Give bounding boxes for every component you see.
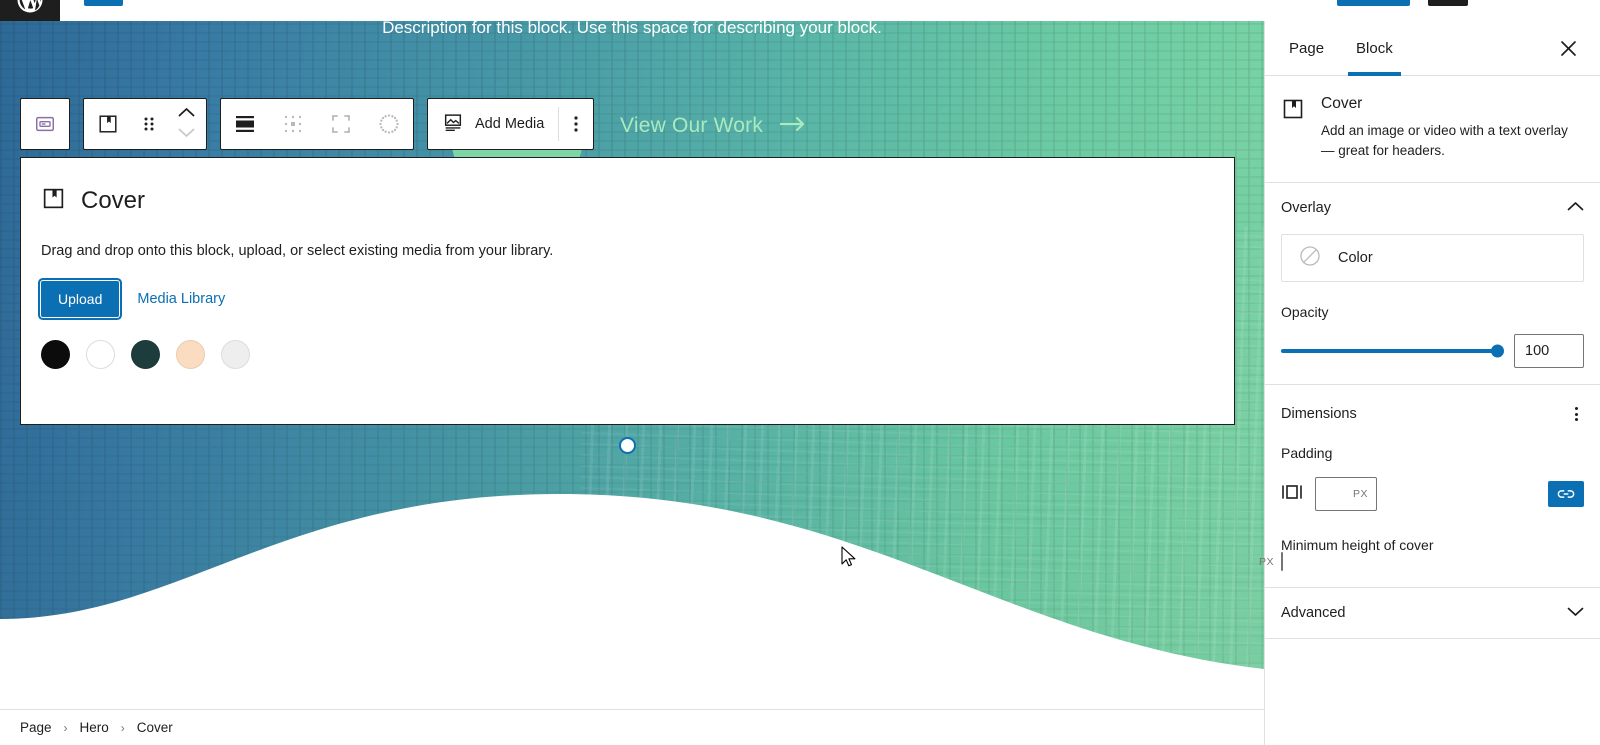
swatch-light-gray[interactable] <box>221 340 250 369</box>
chevron-down-icon <box>178 125 195 143</box>
add-media-button[interactable]: Add Media <box>428 99 558 149</box>
block-description-text: Description for this block. Use this spa… <box>382 21 882 37</box>
toolbar-group-media: Add Media <box>427 98 595 150</box>
placeholder-header: Cover <box>41 186 1206 216</box>
swatch-peach[interactable] <box>176 340 205 369</box>
opacity-slider[interactable] <box>1281 344 1504 358</box>
chevron-up-icon <box>178 105 195 123</box>
overlay-section-header[interactable]: Overlay <box>1281 199 1584 217</box>
swatch-white[interactable] <box>86 340 115 369</box>
placeholder-instructions: Drag and drop onto this block, upload, o… <box>41 243 554 259</box>
opacity-label: Opacity <box>1281 304 1329 321</box>
padding-label: Padding <box>1281 445 1333 462</box>
dimensions-section-header: Dimensions <box>1281 401 1584 427</box>
opacity-slider-thumb[interactable] <box>1491 344 1504 358</box>
advanced-section[interactable]: Advanced <box>1265 588 1600 640</box>
justify-button[interactable] <box>269 99 317 149</box>
media-image-icon <box>442 111 464 137</box>
wave-divider <box>0 494 1264 709</box>
no-color-circle-icon <box>1298 244 1322 273</box>
view-our-work-label: View Our Work <box>620 114 764 137</box>
media-library-link[interactable]: Media Library <box>137 291 225 307</box>
toolbar-group-parent <box>20 98 70 150</box>
full-screen-button[interactable] <box>317 99 365 149</box>
admin-bar-options-button[interactable] <box>1428 0 1468 6</box>
mouse-cursor <box>841 546 857 575</box>
more-options-button[interactable] <box>559 99 593 149</box>
placeholder-actions: Upload Media Library <box>41 281 1206 317</box>
breadcrumb-separator-2: › <box>120 720 125 735</box>
breadcrumb: Page › Hero › Cover <box>0 709 1264 745</box>
breadcrumb-separator-1: › <box>63 720 68 735</box>
breadcrumb-cover[interactable]: Cover <box>137 720 173 735</box>
admin-bar-publish-button[interactable] <box>1337 0 1410 6</box>
block-settings-sidebar: Page Block Cover Add an image or video w… <box>1259 21 1600 745</box>
breadcrumb-page[interactable]: Page <box>20 720 52 735</box>
dimensions-section-title: Dimensions <box>1281 406 1357 423</box>
view-our-work-link[interactable]: View Our Work <box>620 114 806 138</box>
min-height-control: Minimum height of cover PX <box>1259 537 1584 572</box>
overlay-section: Overlay Color Opacity <box>1265 183 1600 386</box>
select-parent-button[interactable] <box>21 99 69 149</box>
admin-bar <box>0 0 1600 21</box>
block-info-card: Cover Add an image or video with a text … <box>1265 76 1600 184</box>
wordpress-logo-icon[interactable] <box>0 0 60 21</box>
tab-block[interactable]: Block <box>1340 21 1409 76</box>
upload-button[interactable]: Upload <box>41 281 120 317</box>
min-height-input[interactable]: PX <box>1259 552 1283 572</box>
advanced-section-header[interactable]: Advanced <box>1281 604 1584 622</box>
chevron-down-icon[interactable] <box>1567 604 1584 622</box>
dimensions-options-icon[interactable] <box>1569 401 1584 427</box>
drag-handle-button[interactable] <box>132 99 166 149</box>
padding-control: Padding PX <box>1281 445 1584 512</box>
dotted-circle-button[interactable] <box>365 99 413 149</box>
chevron-up-icon[interactable] <box>1567 199 1584 217</box>
cover-block-icon <box>41 186 66 216</box>
min-height-label: Minimum height of cover <box>1281 537 1434 554</box>
placeholder-color-swatches <box>41 340 1206 369</box>
dimensions-section: Dimensions Padding PX Minimum height of … <box>1259 385 1600 589</box>
placeholder-title: Cover <box>81 187 146 214</box>
close-icon[interactable] <box>1550 30 1586 66</box>
breadcrumb-hero[interactable]: Hero <box>80 720 109 735</box>
padding-row: PX <box>1281 477 1584 512</box>
overlay-section-title: Overlay <box>1281 200 1331 217</box>
opacity-input[interactable] <box>1514 334 1584 369</box>
admin-bar-blue-button[interactable] <box>84 0 123 6</box>
block-toolbar: Add Media <box>20 98 595 150</box>
min-height-unit-label: PX <box>1258 555 1274 568</box>
toolbar-group-block <box>83 98 207 150</box>
padding-unit-label: PX <box>1352 488 1368 501</box>
add-media-label: Add Media <box>475 116 545 132</box>
block-type-button[interactable] <box>84 99 132 149</box>
cover-block-icon <box>1281 95 1305 160</box>
move-up-down-button[interactable] <box>166 99 206 149</box>
padding-box-icon[interactable] <box>1281 481 1303 508</box>
padding-input[interactable]: PX <box>1315 477 1377 512</box>
swatch-black[interactable] <box>41 340 70 369</box>
overlay-color-button[interactable]: Color <box>1281 234 1584 283</box>
block-info-title: Cover <box>1321 95 1363 112</box>
align-button[interactable] <box>221 99 269 149</box>
cover-block-placeholder[interactable]: Cover Drag and drop onto this block, upl… <box>20 157 1235 425</box>
block-resize-handle[interactable] <box>619 437 636 454</box>
sidebar-tabs: Page Block <box>1265 21 1600 76</box>
advanced-section-title: Advanced <box>1281 605 1346 622</box>
arrow-right-icon <box>779 114 806 138</box>
block-info-text: Cover Add an image or video with a text … <box>1321 95 1584 160</box>
link-sides-icon[interactable] <box>1548 481 1584 508</box>
toolbar-group-alignment <box>220 98 414 150</box>
swatch-dark-teal[interactable] <box>131 340 160 369</box>
opacity-row <box>1281 334 1584 369</box>
overlay-color-label: Color <box>1338 250 1373 267</box>
block-info-description: Add an image or video with a text overla… <box>1321 123 1568 158</box>
tab-page[interactable]: Page <box>1273 21 1340 76</box>
opacity-control: Opacity <box>1281 304 1584 369</box>
